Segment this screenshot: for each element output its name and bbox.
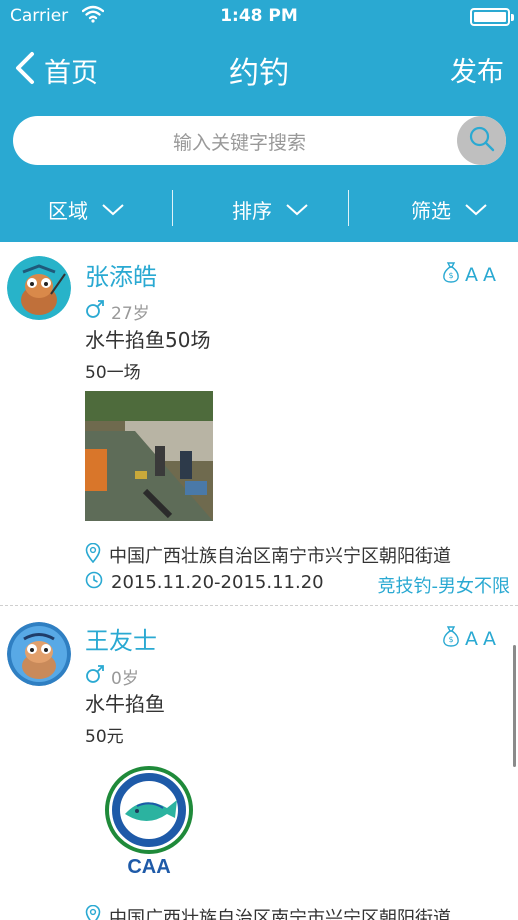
search-icon — [468, 125, 496, 157]
page-title: 约钓 — [229, 56, 289, 91]
post-title: 水牛掐鱼 — [85, 692, 165, 716]
search-bar[interactable]: 输入关键字搜索 — [13, 116, 506, 165]
filter-divider — [348, 190, 349, 226]
badge-letter: A — [465, 627, 478, 650]
filter-label: 筛选 — [411, 198, 451, 223]
clock: 1:48 PM — [220, 6, 298, 26]
location-text: 中国广西壮族自治区南宁市兴宁区朝阳街道 — [109, 908, 451, 920]
avatar[interactable] — [7, 622, 71, 686]
nav-bar: 首页 约钓 发布 — [0, 40, 518, 100]
date-range: 2015.11.20-2015.11.20 — [111, 572, 324, 593]
male-icon — [85, 664, 111, 689]
badge-group: $ A A — [442, 261, 496, 288]
header: Carrier 1:48 PM 首页 约钓 发布 输入关键字搜索 区域 排序 筛… — [0, 0, 518, 242]
money-bag-icon: $ — [442, 625, 460, 652]
post-title: 水牛掐鱼50场 — [85, 328, 211, 352]
publish-button[interactable]: 发布 — [450, 50, 504, 89]
avatar[interactable] — [7, 256, 71, 320]
scrollbar[interactable] — [513, 645, 516, 767]
filter-screen[interactable]: 筛选 — [411, 186, 487, 232]
user-name[interactable]: 王友士 — [85, 621, 157, 656]
filter-divider — [172, 190, 173, 226]
badge-letter: A — [483, 627, 496, 650]
filter-bar: 区域 排序 筛选 — [0, 186, 518, 232]
age-label: 27岁 — [111, 304, 150, 324]
svg-text:$: $ — [448, 271, 453, 280]
age-label: 0岁 — [111, 669, 139, 689]
post-price: 50元 — [85, 727, 124, 747]
clock-icon — [85, 571, 111, 594]
search-button[interactable] — [457, 116, 506, 165]
chevron-down-icon — [88, 197, 124, 221]
location-text: 中国广西壮族自治区南宁市兴宁区朝阳街道 — [109, 546, 451, 567]
filter-label: 排序 — [232, 198, 272, 223]
chevron-down-icon — [451, 197, 487, 221]
badge-letter: A — [465, 263, 478, 286]
logo-caption: CAA — [127, 856, 171, 878]
category-tag: 竞技钓-男女不限 — [377, 576, 511, 597]
money-bag-icon: $ — [442, 261, 460, 288]
filter-sort[interactable]: 排序 — [232, 186, 308, 232]
male-icon — [85, 299, 111, 324]
post-photo[interactable]: CAA — [85, 756, 213, 886]
location-row: 中国广西壮族自治区南宁市兴宁区朝阳街道 — [85, 904, 451, 920]
gender-age: 0岁 — [85, 664, 139, 689]
battery-icon — [470, 8, 514, 26]
search-input[interactable]: 输入关键字搜索 — [13, 128, 466, 155]
gender-age: 27岁 — [85, 299, 150, 324]
post-price: 50一场 — [85, 363, 141, 383]
filter-region[interactable]: 区域 — [48, 186, 124, 232]
user-name[interactable]: 张添皓 — [85, 257, 157, 292]
badge-group: $ A A — [442, 625, 496, 652]
date-row: 2015.11.20-2015.11.20 — [85, 571, 324, 594]
filter-label: 区域 — [48, 198, 88, 223]
svg-text:$: $ — [448, 635, 453, 644]
chevron-down-icon — [272, 197, 308, 221]
badge-letter: A — [483, 263, 496, 286]
location-row: 中国广西壮族自治区南宁市兴宁区朝阳街道 — [85, 542, 451, 568]
status-bar: Carrier 1:48 PM — [0, 0, 518, 34]
post-photo[interactable] — [85, 391, 213, 521]
post-card[interactable]: 张添皓 $ A A 27岁 水牛掐鱼50场 50一场 中国广西壮族自治区南宁市兴… — [0, 242, 518, 604]
location-pin-icon — [85, 542, 109, 568]
post-card[interactable]: 王友士 $ A A 0岁 水牛掐鱼 50元 CAA 中国广西壮族自治区南宁市兴宁… — [0, 606, 518, 920]
location-pin-icon — [85, 904, 109, 920]
